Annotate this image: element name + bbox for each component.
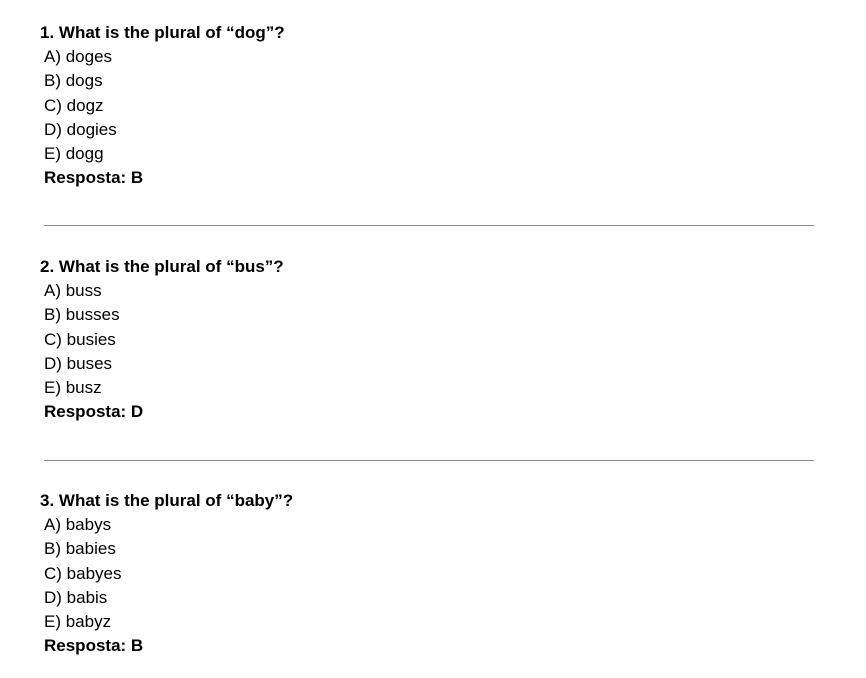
option-b: B) busses [44, 305, 120, 325]
option-e: E) babyz [44, 612, 112, 632]
question-1: 1. What is the plural of “dog”? A) doges… [40, 21, 820, 190]
divider [44, 460, 814, 461]
option-b: B) babies [44, 539, 116, 559]
option-c: C) dogz [44, 95, 104, 115]
option-d: D) buses [44, 353, 113, 373]
option-a: A) buss [44, 281, 102, 300]
option-d: D) babis [44, 587, 108, 607]
question-title: 2. What is the plural of “bus”? [40, 257, 284, 276]
option-e: E) busz [44, 378, 102, 398]
answer-label: Resposta: B [44, 636, 144, 656]
question-title: 1. What is the plural of “dog”? [40, 23, 285, 42]
question-title: 3. What is the plural of “baby”? [40, 491, 294, 510]
option-b: B) dogs [44, 71, 103, 91]
options-list: A) doges B) dogs C) dogz D) dogies E) do… [40, 45, 820, 166]
question-3: 3. What is the plural of “baby”? A) baby… [40, 489, 820, 658]
option-a: A) babys [44, 515, 112, 534]
option-e: E) dogg [44, 144, 104, 164]
question-2: 2. What is the plural of “bus”? A) buss … [40, 255, 820, 424]
option-d: D) dogies [44, 119, 117, 139]
answer-label: Resposta: D [44, 402, 144, 422]
option-c: C) babyes [44, 563, 122, 583]
divider [44, 225, 814, 226]
option-c: C) busies [44, 329, 116, 349]
answer-label: Resposta: B [44, 168, 144, 188]
option-a: A) doges [44, 47, 113, 66]
options-list: A) babys B) babies C) babyes D) babis E)… [40, 513, 820, 634]
options-list: A) buss B) busses C) busies D) buses E) … [40, 279, 820, 400]
